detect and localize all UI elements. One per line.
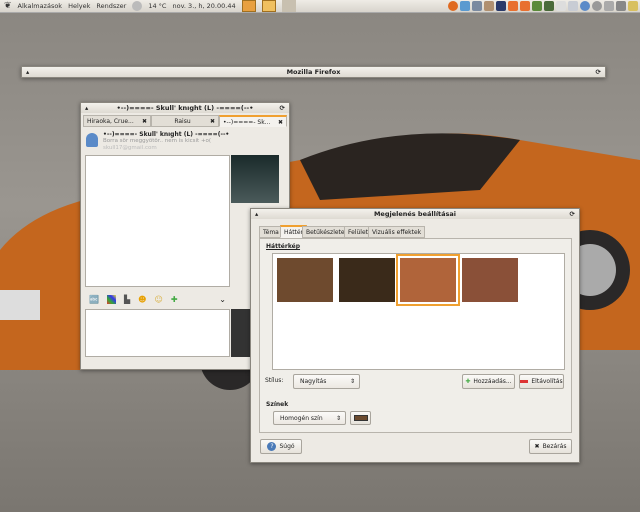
help-button[interactable]: ? Súgó (260, 439, 302, 454)
clock[interactable]: nov. 3., h, 20.00.44 (172, 2, 235, 10)
screenshot-icon[interactable] (568, 1, 578, 11)
top-panel: ❦ Alkalmazások Helyek Rendszer 14 °C nov… (0, 0, 640, 13)
style-label: Stílus: (265, 377, 284, 384)
contact-display-picture (231, 155, 279, 203)
user-icon[interactable] (580, 1, 590, 11)
window-title: Megjelenés beállításai (373, 210, 457, 218)
taskbar-appearance[interactable] (281, 0, 296, 12)
close-icon[interactable]: ⟳ (280, 103, 285, 113)
color-swatch (353, 415, 368, 421)
tab-hiraoka[interactable]: Hiraoka, Crue... ✖ (83, 115, 151, 127)
spinner-icon: ⇕ (349, 378, 355, 385)
weather-temp[interactable]: 14 °C (148, 2, 166, 10)
contact-status: Borra sör meggyötör.. nem is kicsit +o( (103, 138, 212, 144)
close-icon[interactable]: ⟳ (596, 67, 601, 77)
wallpaper-thumbnail[interactable] (396, 254, 460, 306)
taskbar-chat[interactable] (261, 0, 276, 12)
power-icon[interactable] (628, 1, 638, 11)
close-x-icon: ✖ (534, 443, 540, 450)
color-picker-button[interactable] (350, 411, 371, 425)
font-icon[interactable]: 🔤 (89, 295, 99, 304)
close-icon[interactable]: ⟳ (570, 209, 575, 219)
spinner-icon: ⇕ (335, 415, 341, 422)
tab-skull[interactable]: •--)====- Sk... ✖ (219, 115, 287, 127)
window-menu-icon[interactable]: ▴ (255, 209, 258, 219)
calculator-icon[interactable] (544, 1, 554, 11)
colors-heading: Színek (266, 401, 289, 408)
contact-name: •--)====- Skull' knıght (L) -====(--• (103, 131, 230, 138)
editor-icon[interactable] (556, 1, 566, 11)
settings-icon[interactable] (592, 1, 602, 11)
message-input[interactable] (85, 309, 230, 357)
network-status-icon[interactable] (604, 1, 614, 11)
wallpaper-heading: Háttérkép (266, 243, 301, 250)
contact-email: skull17@gmail.com (103, 145, 157, 151)
close-tab-icon[interactable]: ✖ (210, 116, 215, 127)
add-icon: ✚ (465, 378, 471, 385)
chevron-down-icon[interactable]: ⌄ (219, 295, 226, 304)
wallpaper-thumbnail[interactable] (462, 258, 518, 302)
tab-visual-effects[interactable]: Vizuális effektek (368, 226, 426, 238)
window-title: •--)====- Skull' knıght (L) -====(--• (116, 104, 254, 112)
menu-places[interactable]: Helyek (68, 2, 90, 10)
smiley-icon[interactable]: ☻ (138, 295, 146, 304)
workspace-icon[interactable] (496, 1, 506, 11)
network-icon[interactable] (472, 1, 482, 11)
package-icon[interactable] (484, 1, 494, 11)
window-title: Mozilla Firefox (286, 68, 341, 76)
download-icon[interactable] (520, 1, 530, 11)
taskbar-firefox[interactable] (241, 0, 256, 12)
add-icon[interactable]: ✚ (171, 295, 178, 304)
color-icon[interactable] (106, 294, 116, 304)
window-menu-icon[interactable]: ▴ (85, 103, 88, 113)
wallpaper-thumbnail[interactable] (339, 258, 395, 302)
firefox-icon[interactable] (448, 1, 458, 11)
close-tab-icon[interactable]: ✖ (278, 117, 283, 128)
style-select[interactable]: Nagyítás ⇕ (293, 374, 360, 389)
firefox-window-shaded[interactable]: ▴ Mozilla Firefox ⟳ (21, 66, 606, 78)
menu-applications[interactable]: Alkalmazások (18, 2, 63, 10)
wink-icon[interactable]: ☺ (154, 295, 162, 304)
chat-toolbar: 🔤 ▙ ☻ ☺ ✚ ⌄ (85, 291, 230, 307)
gnome-foot-icon[interactable]: ❦ (4, 1, 12, 11)
window-menu-icon[interactable]: ▴ (26, 67, 29, 77)
close-button[interactable]: ✖ Bezárás (529, 439, 572, 454)
appearance-dialog: ▴ Megjelenés beállításai ⟳ Téma Háttér Bet… (250, 208, 580, 463)
terminal-icon[interactable] (532, 1, 542, 11)
upload-icon[interactable] (508, 1, 518, 11)
nudge-icon[interactable]: ▙ (124, 295, 130, 304)
conversation-history[interactable] (85, 155, 230, 287)
remove-icon (520, 380, 529, 383)
contact-avatar (86, 133, 98, 147)
close-tab-icon[interactable]: ✖ (142, 116, 147, 127)
weather-icon[interactable] (132, 1, 143, 11)
menu-system[interactable]: Rendszer (96, 2, 126, 10)
add-button[interactable]: ✚ Hozzáadás... (462, 374, 515, 389)
volume-icon[interactable] (616, 1, 626, 11)
wallpaper-thumbnail[interactable] (277, 258, 333, 302)
tab-raisu[interactable]: Raisu ✖ (151, 115, 219, 127)
remove-button[interactable]: Eltávolítás (519, 374, 564, 389)
contacts-icon[interactable] (460, 1, 470, 11)
help-icon: ? (267, 442, 277, 451)
color-mode-select[interactable]: Homogén szín ⇕ (273, 411, 346, 425)
